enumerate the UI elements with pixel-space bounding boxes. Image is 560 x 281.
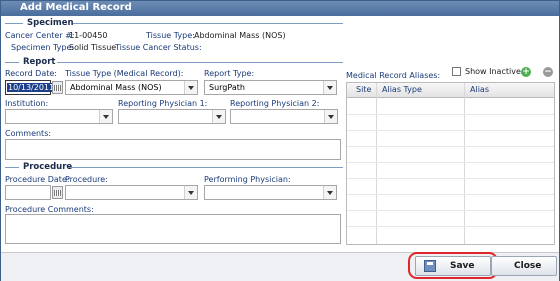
tissue-type-label: Tissue Type: — [146, 31, 195, 40]
chevron-down-icon — [323, 81, 336, 94]
grid-row-line — [347, 210, 554, 211]
save-button[interactable]: Save — [415, 256, 491, 276]
comments-textarea[interactable] — [5, 139, 341, 160]
grid-row-line — [347, 146, 554, 147]
cancer-center-label: Cancer Center #: — [5, 31, 75, 40]
cancer-center-value: 11-00450 — [69, 31, 108, 40]
procedure-label: Procedure: — [65, 175, 108, 184]
aliases-grid[interactable]: Site Alias Type Alias — [346, 82, 555, 245]
procedure-select[interactable] — [65, 185, 198, 200]
performing-physician-label: Performing Physician: — [204, 175, 291, 184]
report-type-select[interactable]: SurgPath — [204, 80, 337, 95]
chevron-down-icon — [184, 81, 197, 94]
section-divider — [5, 23, 23, 24]
calendar-icon[interactable] — [52, 186, 63, 199]
show-inactive-label: Show Inactive — [465, 67, 521, 76]
record-date-value: 10/13/2011 — [7, 83, 56, 92]
comments-label: Comments: — [5, 129, 52, 138]
section-divider — [5, 167, 19, 168]
grid-row-line — [347, 194, 554, 195]
show-inactive-checkbox[interactable] — [452, 67, 461, 76]
tissue-cancer-status-label: Tissue Cancer Status: — [115, 43, 202, 52]
chevron-down-icon — [324, 110, 337, 123]
record-date-input[interactable]: 10/13/2011 — [5, 80, 56, 95]
grid-column-divider — [376, 83, 377, 244]
procedure-date-input[interactable] — [5, 185, 51, 200]
reporting-physician-2-label: Reporting Physician 2: — [230, 99, 320, 108]
specimen-type-label: Specimen Type: — [11, 43, 75, 52]
record-date-label: Record Date: — [5, 69, 57, 78]
add-medical-record-dialog: Add Medical Record Specimen Cancer Cente… — [0, 0, 560, 281]
aliases-title: Medical Record Aliases: — [346, 71, 441, 80]
chevron-down-icon — [323, 186, 336, 199]
grid-header — [347, 83, 554, 98]
tissue-type-select[interactable]: Abdominal Mass (NOS) — [65, 80, 198, 95]
reporting-physician-2-select[interactable] — [230, 109, 338, 124]
institution-label: Institution: — [5, 99, 49, 108]
section-divider — [73, 23, 343, 24]
close-button[interactable]: Close — [491, 256, 557, 276]
add-alias-icon[interactable]: + — [521, 67, 531, 77]
procedure-section-label: Procedure — [23, 162, 73, 172]
calendar-icon[interactable] — [52, 81, 63, 94]
section-divider — [57, 62, 343, 63]
section-divider — [5, 62, 19, 63]
procedure-comments-textarea[interactable] — [5, 214, 341, 244]
tissue-type-medical-label: Tissue Type (Medical Record): — [65, 69, 184, 78]
tissue-type-select-value: Abdominal Mass (NOS) — [70, 83, 162, 92]
save-icon — [424, 260, 436, 272]
section-divider — [69, 167, 343, 168]
specimen-section-label: Specimen — [27, 18, 74, 28]
close-button-label: Close — [514, 261, 542, 271]
report-section-label: Report — [23, 57, 56, 67]
report-type-label: Report Type: — [204, 69, 255, 78]
report-type-select-value: SurgPath — [209, 83, 245, 92]
chevron-down-icon — [184, 186, 197, 199]
column-header-alias[interactable]: Alias — [470, 85, 489, 94]
save-button-label: Save — [450, 261, 475, 271]
chevron-down-icon — [212, 110, 225, 123]
tissue-type-value: Abdominal Mass (NOS) — [194, 31, 286, 40]
grid-row-line — [347, 130, 554, 131]
column-header-alias-type[interactable]: Alias Type — [382, 85, 422, 94]
institution-select[interactable] — [5, 109, 113, 124]
remove-alias-icon[interactable]: − — [543, 67, 553, 77]
specimen-type-value: Solid Tissue — [69, 43, 117, 52]
procedure-comments-label: Procedure Comments: — [5, 205, 94, 214]
grid-row-line — [347, 226, 554, 227]
grid-row-line — [347, 114, 554, 115]
chevron-down-icon — [99, 110, 112, 123]
procedure-date-label: Procedure Date: — [5, 175, 70, 184]
grid-row-line — [347, 162, 554, 163]
grid-row-line — [347, 178, 554, 179]
window-title: Add Medical Record — [1, 1, 559, 16]
reporting-physician-1-label: Reporting Physician 1: — [118, 99, 208, 108]
reporting-physician-1-select[interactable] — [118, 109, 226, 124]
performing-physician-select[interactable] — [204, 185, 337, 200]
grid-column-divider — [464, 83, 465, 244]
column-header-site[interactable]: Site — [356, 85, 371, 94]
